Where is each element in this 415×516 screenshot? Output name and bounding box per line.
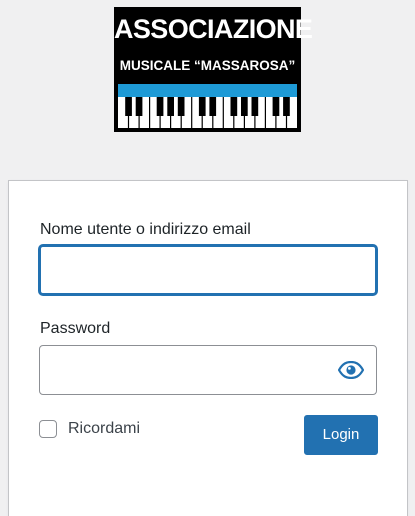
username-input[interactable] [39, 245, 377, 295]
eye-icon [338, 361, 364, 379]
remember-me[interactable]: Ricordami [39, 419, 140, 439]
remember-checkbox[interactable] [39, 420, 57, 438]
logo-subtitle: MUSICALE “MASSAROSA” [119, 58, 296, 73]
password-input[interactable] [39, 345, 377, 395]
login-page: ASSOCIAZIONE MUSICALE “MASSAROSA” Nome u… [0, 0, 415, 516]
username-label: Nome utente o indirizzo email [40, 221, 251, 238]
password-label: Password [40, 320, 111, 337]
remember-label: Ricordami [68, 420, 141, 437]
piano-keys-icon [118, 84, 297, 128]
login-form: Nome utente o indirizzo email Password R… [8, 180, 408, 516]
site-logo[interactable]: ASSOCIAZIONE MUSICALE “MASSAROSA” [114, 7, 313, 132]
show-password-button[interactable] [337, 357, 365, 383]
login-button[interactable]: Login [304, 415, 378, 455]
logo-title: ASSOCIAZIONE [114, 14, 313, 44]
